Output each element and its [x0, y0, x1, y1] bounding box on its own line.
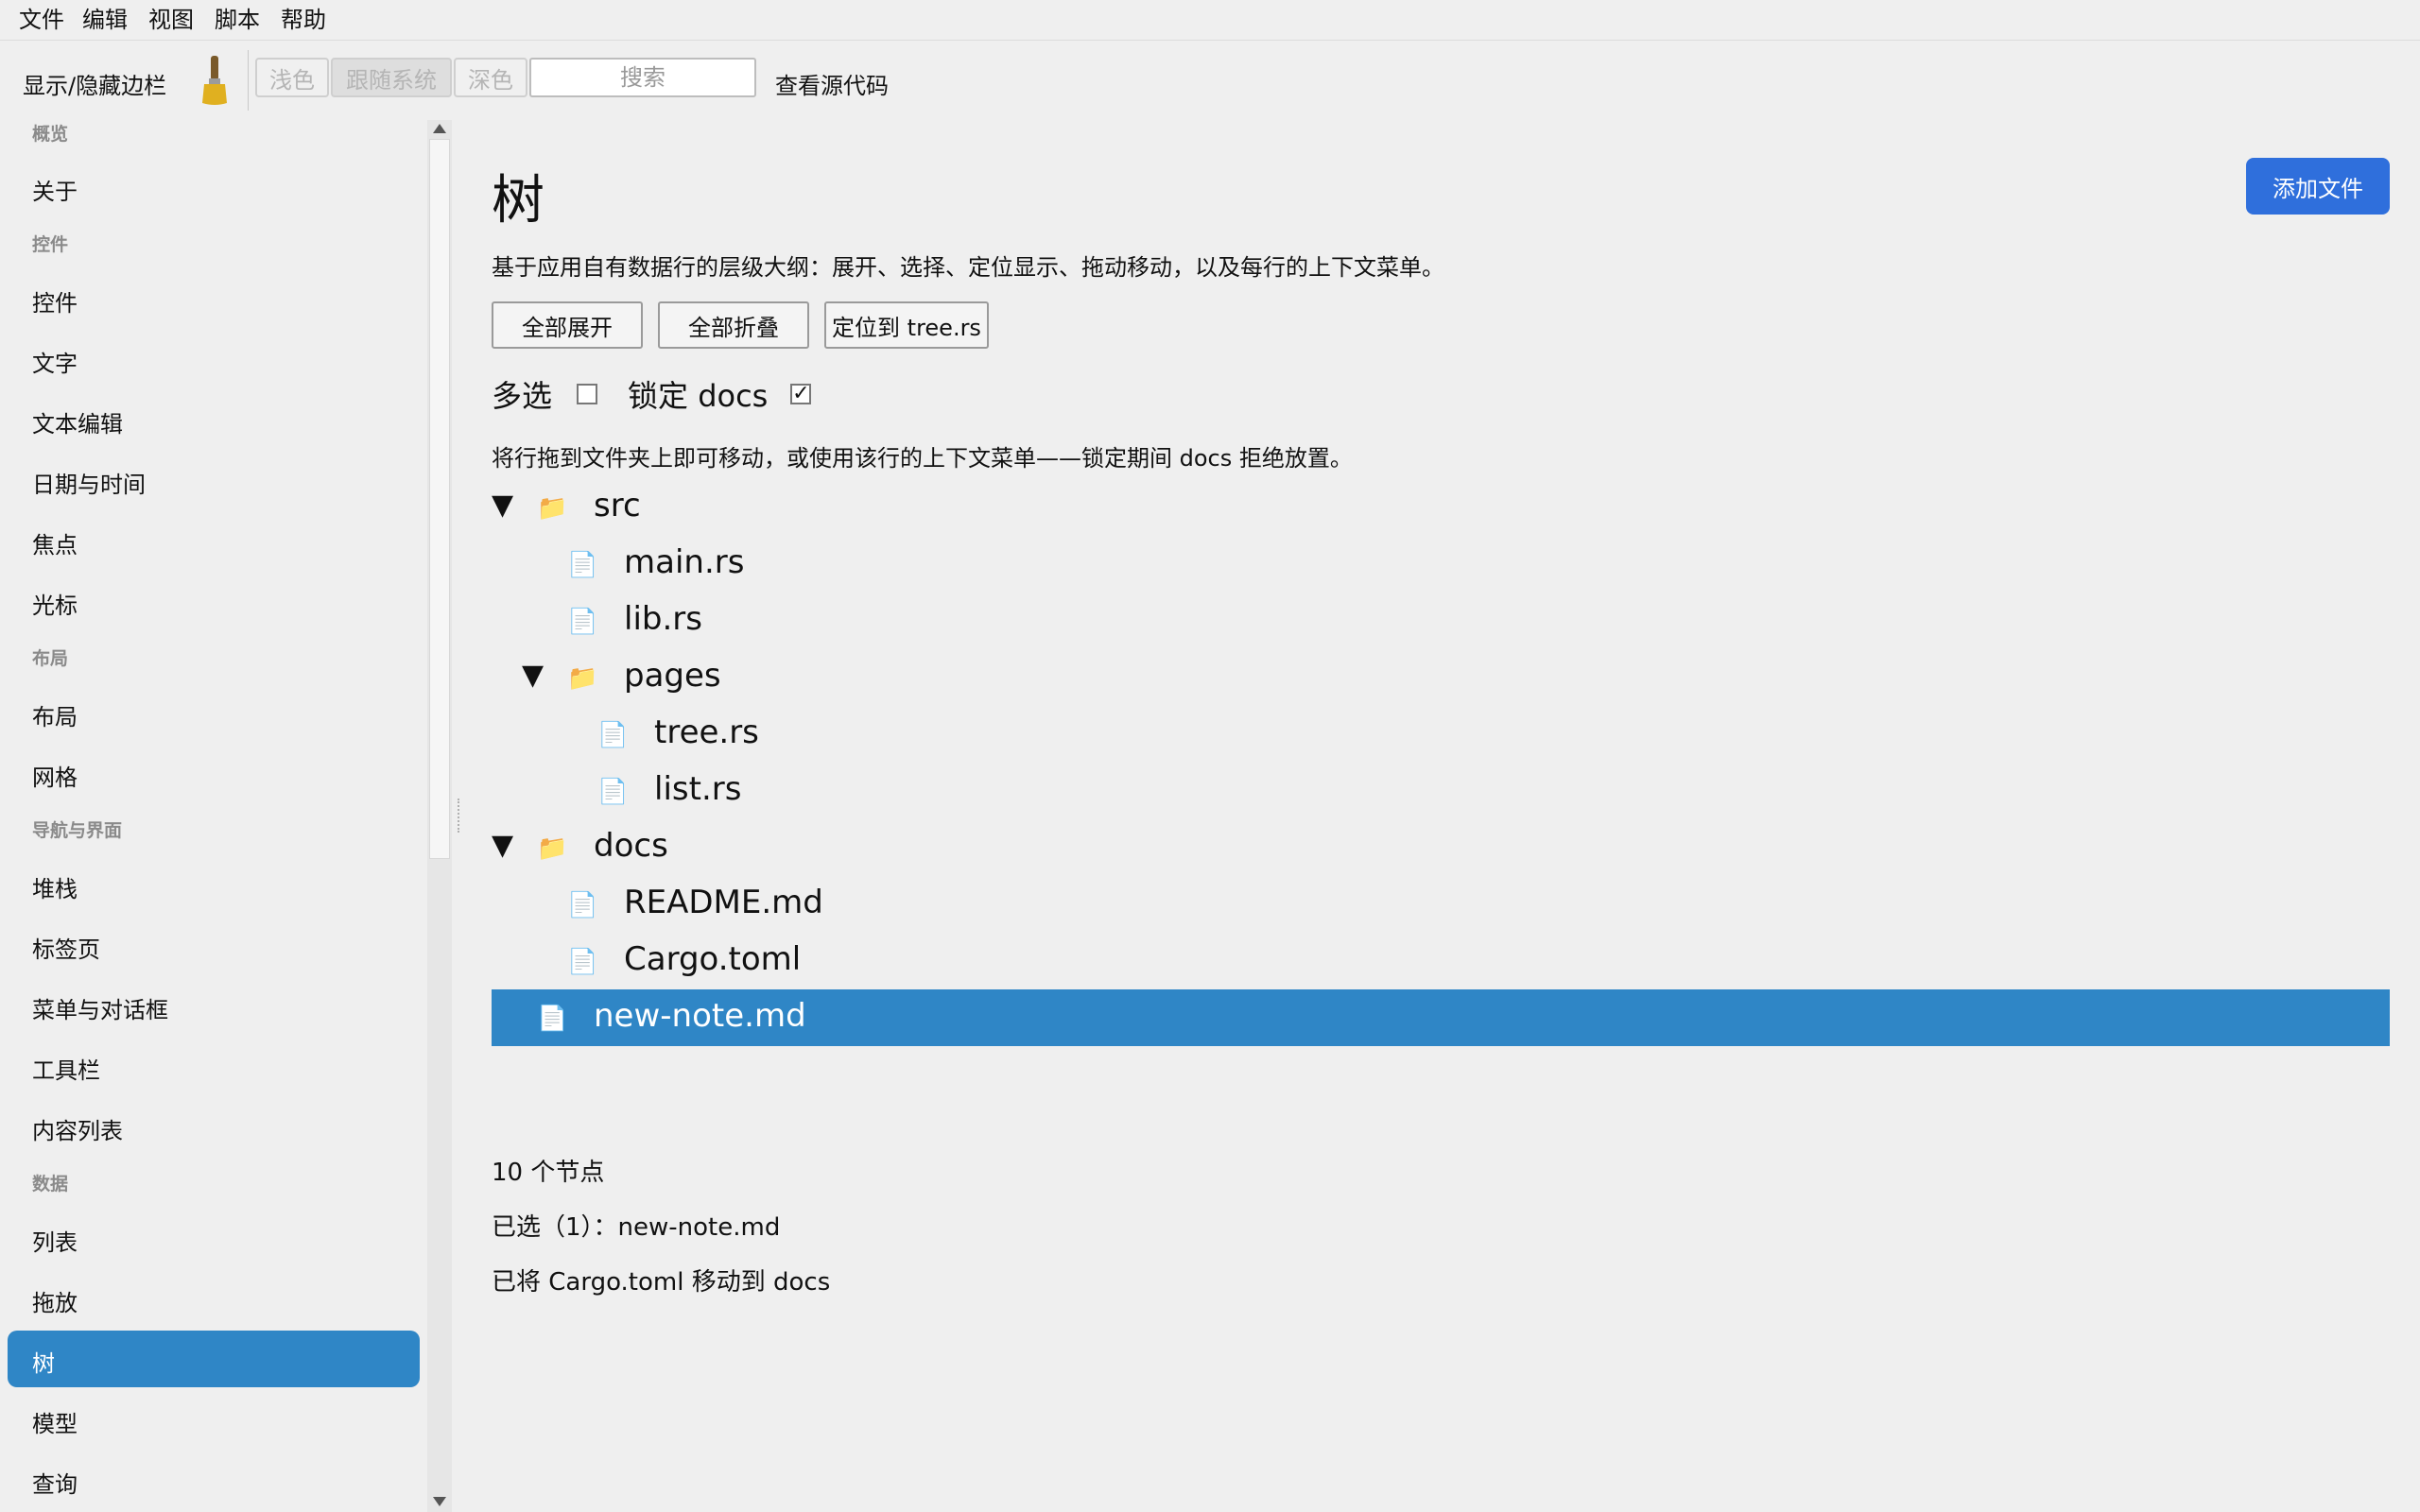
add-file-button[interactable]: 添加文件: [2246, 158, 2390, 215]
tree-row[interactable]: 📄 README.md: [492, 876, 2390, 933]
tree-row[interactable]: 📄 main.rs: [492, 536, 2390, 593]
tree-row[interactable]: ▼ 📁 pages: [492, 649, 2390, 706]
theme-dark-button[interactable]: 深色: [454, 58, 527, 97]
file-icon: 📄: [597, 721, 629, 749]
theme-light-button[interactable]: 浅色: [255, 58, 329, 97]
expand-arrow-icon[interactable]: ▼: [492, 489, 513, 522]
sidebar-item-content-list[interactable]: 内容列表: [32, 1112, 123, 1145]
sidebar-section-controls: 控件: [32, 234, 69, 255]
sidebar-item-cursor[interactable]: 光标: [32, 587, 78, 620]
options-row: 多选 锁定 docs ✓: [492, 373, 812, 415]
multi-select-checkbox[interactable]: [577, 384, 598, 404]
tree-row-label: lib.rs: [624, 600, 702, 638]
file-icon: 📄: [567, 608, 598, 636]
sidebar-item-grid[interactable]: 网格: [32, 759, 78, 792]
page-title: 树: [492, 170, 544, 232]
splitter-handle[interactable]: [458, 799, 461, 833]
main-content: 树 添加文件 基于应用自有数据行的层级大纲：展开、选择、定位显示、拖动移动，以及…: [492, 120, 2392, 1512]
toolbar: 显示/隐藏边栏 浅色 跟随系统 深色 搜索 查看源代码: [0, 41, 2420, 120]
folder-icon: 📁: [537, 834, 568, 863]
sidebar-scrollbar[interactable]: [427, 120, 452, 1512]
sidebar-item-text[interactable]: 文字: [32, 345, 78, 378]
tree-row-label: README.md: [624, 884, 823, 921]
sidebar-item-controls[interactable]: 控件: [32, 284, 78, 318]
sidebar-item-text-edit[interactable]: 文本编辑: [32, 405, 123, 438]
selection-status: 已选（1）：new-note.md: [492, 1213, 781, 1242]
expand-arrow-icon[interactable]: ▼: [522, 659, 544, 692]
checkmark-icon: ✓: [792, 382, 810, 405]
reveal-tree-rs-button[interactable]: 定位到 tree.rs: [824, 301, 989, 349]
paint-brush-icon[interactable]: [199, 54, 231, 107]
sidebar-item-query[interactable]: 查询: [32, 1466, 78, 1499]
tree-row[interactable]: 📄 list.rs: [492, 763, 2390, 819]
expand-all-button[interactable]: 全部展开: [492, 301, 643, 349]
menu-view[interactable]: 视图: [143, 0, 209, 40]
menu-file[interactable]: 文件: [0, 0, 77, 40]
toggle-sidebar-button[interactable]: 显示/隐藏边栏: [23, 67, 166, 100]
file-icon: 📄: [567, 551, 598, 579]
file-icon: 📄: [567, 891, 598, 919]
file-icon: 📄: [597, 778, 629, 806]
scroll-up-icon[interactable]: [433, 124, 446, 133]
sidebar-item-layout[interactable]: 布局: [32, 698, 78, 731]
sidebar-section-overview: 概览: [32, 124, 69, 145]
folder-icon: 📁: [567, 664, 598, 693]
sidebar-item-model[interactable]: 模型: [32, 1405, 78, 1438]
sidebar-item-toolbar[interactable]: 工具栏: [32, 1052, 100, 1085]
view-source-link[interactable]: 查看源代码: [775, 67, 889, 100]
tree-row-label: docs: [594, 827, 668, 865]
sidebar-item-stack[interactable]: 堆栈: [32, 870, 78, 903]
tree-row[interactable]: ▼ 📁 docs: [492, 819, 2390, 876]
file-icon: 📄: [567, 948, 598, 976]
menu-edit[interactable]: 编辑: [77, 0, 143, 40]
sidebar-section-data: 数据: [32, 1174, 69, 1194]
search-input[interactable]: 搜索: [529, 58, 756, 97]
tree-row-label: Cargo.toml: [624, 940, 802, 978]
page-description: 基于应用自有数据行的层级大纲：展开、选择、定位显示、拖动移动，以及每行的上下文菜…: [492, 254, 1444, 281]
sidebar-section-layout: 布局: [32, 648, 69, 669]
tree-row[interactable]: ▼ 📁 src: [492, 479, 2390, 536]
tree-row-selected[interactable]: 📄 new-note.md: [492, 989, 2390, 1046]
sidebar-item-date-time[interactable]: 日期与时间: [32, 466, 146, 499]
sidebar-item-focus[interactable]: 焦点: [32, 526, 78, 559]
tree-row-label: new-note.md: [594, 997, 806, 1035]
collapse-all-button[interactable]: 全部折叠: [658, 301, 809, 349]
sidebar-item-drag-drop[interactable]: 拖放: [32, 1284, 78, 1317]
tree-row[interactable]: 📄 lib.rs: [492, 593, 2390, 649]
sidebar-item-tree[interactable]: 树: [32, 1345, 55, 1378]
toolbar-separator: [248, 50, 249, 111]
sidebar-item-tabs[interactable]: 标签页: [32, 931, 100, 964]
multi-select-label: 多选: [492, 378, 553, 414]
node-count: 10 个节点: [492, 1159, 605, 1187]
expand-arrow-icon[interactable]: ▼: [492, 829, 513, 862]
folder-icon: 📁: [537, 494, 568, 523]
sidebar-section-navigation: 导航与界面: [32, 820, 123, 841]
tree-row-label: list.rs: [654, 770, 742, 808]
lock-docs-checkbox[interactable]: ✓: [790, 382, 812, 405]
theme-system-button[interactable]: 跟随系统: [331, 58, 452, 97]
sidebar-item-list[interactable]: 列表: [32, 1224, 78, 1257]
scroll-down-icon[interactable]: [433, 1497, 446, 1506]
scrollbar-thumb[interactable]: [429, 139, 450, 859]
sidebar-item-about[interactable]: 关于: [32, 173, 78, 206]
sidebar: 概览 关于 控件 控件 文字 文本编辑 日期与时间 焦点 光标 布局 布局 网格…: [0, 120, 427, 1512]
tree-row-label: main.rs: [624, 543, 745, 581]
file-icon: 📄: [537, 1005, 568, 1033]
tree-row-label: src: [594, 487, 641, 524]
sidebar-selection-highlight: [8, 1331, 420, 1387]
menu-script[interactable]: 脚本: [209, 0, 275, 40]
tree-row-label: pages: [624, 657, 721, 695]
menu-bar: 文件 编辑 视图 脚本 帮助: [0, 0, 2420, 41]
tree-row[interactable]: 📄 Cargo.toml: [492, 933, 2390, 989]
menu-help[interactable]: 帮助: [275, 0, 341, 40]
tree-row[interactable]: 📄 tree.rs: [492, 706, 2390, 763]
sidebar-item-menus-dialogs[interactable]: 菜单与对话框: [32, 991, 168, 1024]
drag-hint: 将行拖到文件夹上即可移动，或使用该行的上下文菜单——锁定期间 docs 拒绝放置…: [492, 445, 1353, 472]
last-action-status: 已将 Cargo.toml 移动到 docs: [492, 1268, 831, 1297]
tree-row-label: tree.rs: [654, 713, 759, 751]
lock-docs-label: 锁定 docs: [628, 378, 769, 414]
